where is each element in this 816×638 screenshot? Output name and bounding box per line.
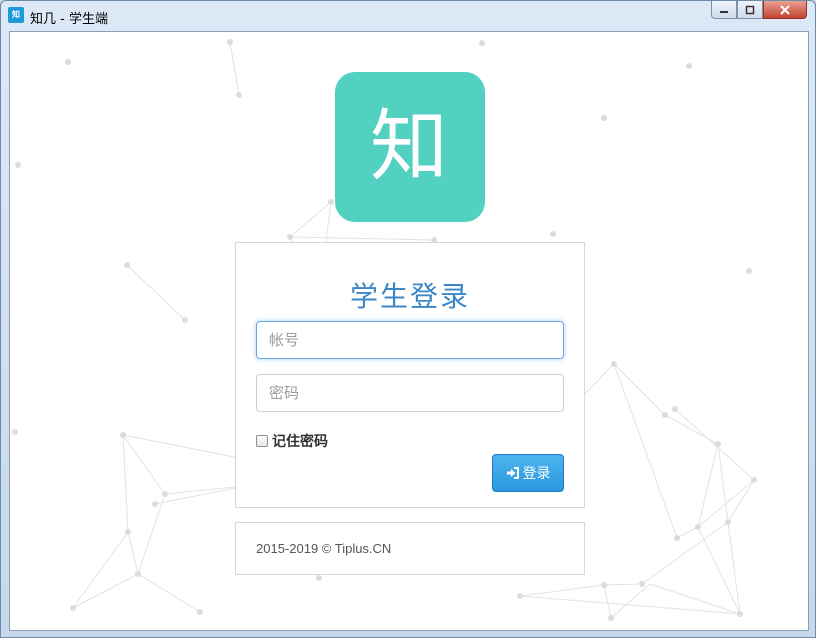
minimize-icon: [720, 10, 728, 13]
title-bar[interactable]: 知 知几 - 学生端: [1, 1, 815, 31]
remember-label: 记住密码: [272, 434, 328, 450]
account-input[interactable]: [256, 321, 564, 359]
window-title: 知几 - 学生端: [30, 12, 108, 27]
maximize-icon: [745, 5, 755, 14]
minimize-button[interactable]: [711, 1, 737, 19]
app-icon: 知: [8, 7, 24, 23]
sign-in-icon: [506, 467, 519, 479]
app-window: 知 知几 - 学生端 知 学生登录 帐号 记住密码 登录 2015-2019 ©…: [0, 0, 816, 638]
window-controls: [711, 1, 807, 20]
remember-password[interactable]: 记住密码: [256, 431, 328, 451]
login-button-label: 登录: [522, 466, 551, 482]
login-panel: 学生登录 记住密码 登录: [235, 242, 585, 508]
app-logo: 知几: [335, 72, 485, 342]
close-icon: [780, 4, 790, 15]
maximize-button[interactable]: [737, 1, 763, 19]
login-page: 知几 学生登录 记住密码 登录 2015-2019 © Tiplus.CN: [9, 31, 809, 631]
footer: 2015-2019 © Tiplus.CN: [235, 522, 585, 575]
login-button[interactable]: 登录: [492, 454, 564, 492]
close-button[interactable]: [763, 1, 807, 19]
copyright-text: 2015-2019 © Tiplus.CN: [256, 541, 392, 556]
remember-checkbox[interactable]: [256, 435, 268, 447]
login-title: 学生登录: [349, 280, 470, 313]
password-input[interactable]: [256, 374, 564, 412]
